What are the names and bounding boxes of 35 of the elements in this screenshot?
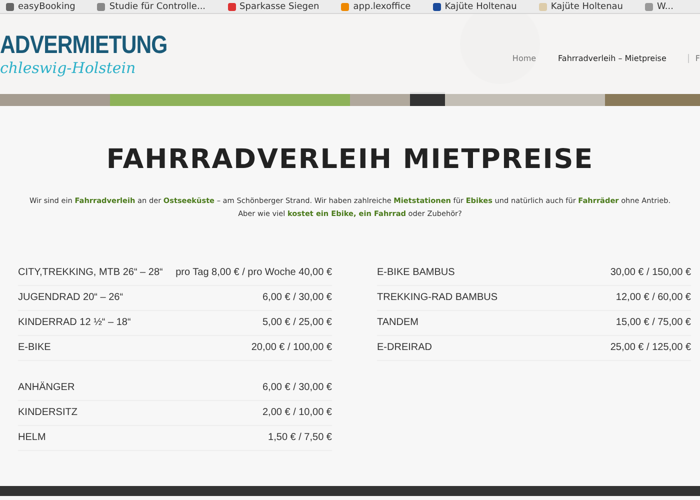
item-name: CITY,TREKKING, MTB 26“ – 28“ [18, 267, 163, 278]
bookmark[interactable]: app.lexoffice [341, 2, 411, 12]
nav-link[interactable]: Home [512, 54, 536, 62]
bookmark[interactable]: W... [645, 2, 674, 12]
item-name: ANHÄNGER [18, 382, 75, 394]
item-price: 2,00 € / 10,00 € [262, 407, 332, 418]
page-heading: FAHRRADVERLEIH MIETPREISE [105, 144, 595, 175]
bookmark[interactable]: easyBooking [6, 2, 76, 12]
nav-link[interactable]: F [688, 54, 700, 62]
item-name: E-BIKE [18, 342, 51, 354]
item-price: 15,00 € / 75,00 € [616, 317, 691, 328]
bookmark[interactable]: Kajüte Holtenau [432, 2, 517, 12]
bookmark[interactable]: Sparkasse Siegen [228, 2, 320, 12]
item-price: 30,00 € / 150,00 € [610, 267, 691, 278]
item-price: 25,00 € / 125,00 € [610, 342, 691, 354]
item-name: KINDERSITZ [18, 407, 78, 418]
item-price: pro Tag 8,00 € / pro Woche 40,00 € [176, 267, 332, 278]
item-name: TREKKING-RAD BAMBUS [377, 292, 498, 304]
item-name: JUGENDRAD 20“ – 26“ [18, 292, 124, 304]
item-name: E-BIKE BAMBUS [377, 267, 455, 278]
item-price: 6,00 € / 30,00 € [262, 292, 332, 304]
bookmark[interactable]: Kajüte Holtenau [538, 2, 623, 12]
item-name: E-DREIRAD [377, 342, 432, 354]
item-price: 6,00 € / 30,00 € [262, 382, 332, 394]
item-price: 1,50 € / 7,50 € [268, 432, 332, 444]
item-price: 5,00 € / 25,00 € [262, 317, 332, 328]
nav-link[interactable]: Fahrradverleih – Mietpreise [558, 54, 666, 62]
item-price: 20,00 € / 100,00 € [251, 342, 332, 354]
item-price: 12,00 € / 60,00 € [616, 292, 691, 304]
logo-title: ADVERMIETUNG [0, 32, 168, 58]
item-name: TANDEM [377, 317, 418, 328]
bookmark[interactable]: Studie für Controlle... [97, 2, 206, 12]
item-name: HELM [18, 432, 46, 444]
item-name: KINDERRAD 12 ½“ – 18“ [18, 317, 131, 328]
logo-subtitle: chleswig-Holstein [0, 60, 137, 76]
